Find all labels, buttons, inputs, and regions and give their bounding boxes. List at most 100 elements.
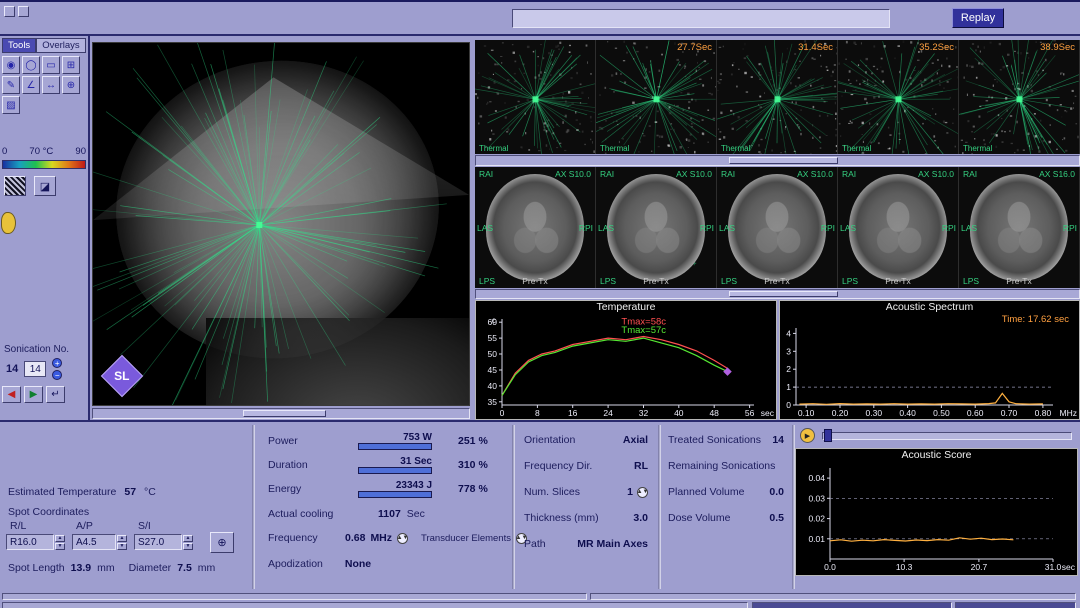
tab-tools[interactable]: Tools xyxy=(2,38,36,53)
bottom-orientation-label: LPS xyxy=(963,276,979,286)
playback-slider-handle[interactable] xyxy=(824,429,832,442)
slice-position-label: AX S10.0 xyxy=(676,169,712,179)
si-decrement-button[interactable]: ▼ xyxy=(183,543,193,550)
rl-decrement-button[interactable]: ▼ xyxy=(55,543,65,550)
right-orientation-label: RPI xyxy=(579,223,593,233)
energy-progress-bar xyxy=(358,491,432,498)
orientation-label: RAI xyxy=(479,169,493,179)
view3d-scrollbar[interactable] xyxy=(92,408,470,419)
sonication-spin-field[interactable]: 14 xyxy=(24,361,46,377)
sonication-time-label: 35.2Sec xyxy=(919,42,954,53)
mri-slice-tile[interactable]: RAI AX S10.0 LAS RPI LPS Pre-Tx xyxy=(596,167,717,288)
si-coordinate-field[interactable]: S27.0 xyxy=(134,534,182,550)
estimated-temperature-value: 57 xyxy=(124,486,136,498)
move-tool-icon[interactable]: ⊕ xyxy=(62,76,80,94)
duration-percent: 310 % xyxy=(458,459,488,471)
bottom-orientation-label: LPS xyxy=(479,276,495,286)
right-orientation-label: RPI xyxy=(700,223,714,233)
replay-button[interactable]: Replay xyxy=(952,8,1004,28)
power-label: Power xyxy=(268,435,340,447)
si-increment-button[interactable]: ▲ xyxy=(183,535,193,542)
apodization-value: None xyxy=(345,558,371,570)
spectrum-time-label: Time: 17.62 sec xyxy=(1002,314,1069,325)
scrollbar-thumb[interactable] xyxy=(729,157,838,164)
frequency-spinner-icon[interactable]: ▲▼ xyxy=(397,533,408,544)
svg-text:0.20: 0.20 xyxy=(832,408,849,418)
spot-length-unit: mm xyxy=(97,562,115,574)
path-value: MR Main Axes xyxy=(577,538,648,550)
actual-cooling-label: Actual cooling xyxy=(268,508,372,520)
num-slices-label: Num. Slices xyxy=(524,486,580,498)
energy-percent: 778 % xyxy=(458,483,488,495)
transducer-elements-label: Transducer Elements xyxy=(421,533,511,544)
mri-slice-tile[interactable]: RAI AX S16.0 LAS RPI LPS Pre-Tx xyxy=(959,167,1080,288)
ap-decrement-button[interactable]: ▼ xyxy=(117,543,127,550)
mri-row-scrollbar[interactable] xyxy=(475,289,1080,299)
beam-rays-overlay xyxy=(93,43,470,406)
sonication-time-label: 27.7Sec xyxy=(677,42,712,53)
svg-text:sec: sec xyxy=(1062,562,1076,572)
hatch-overlay-tool-icon[interactable]: ▨ xyxy=(2,96,20,114)
playback-slider[interactable] xyxy=(822,432,1072,440)
mri-slice-tile[interactable]: RAI AX S10.0 LAS RPI LPS Pre-Tx xyxy=(838,167,959,288)
num-slices-spinner-icon[interactable]: ▲▼ xyxy=(637,487,648,498)
scrollbar-thumb[interactable] xyxy=(729,291,838,297)
svg-text:MHz: MHz xyxy=(1060,408,1077,418)
move-spot-button[interactable]: ⊕ xyxy=(210,532,234,553)
patient-alert-icon[interactable] xyxy=(1,212,16,234)
roi-rect-tool-icon[interactable]: ▭ xyxy=(42,56,60,74)
num-slices-value: 1 xyxy=(627,486,633,498)
sonication-decrement-button[interactable]: − xyxy=(52,370,62,380)
mri-slice-tile[interactable]: RAI AX S10.0 LAS RPI LPS Pre-Tx xyxy=(717,167,838,288)
thermal-map-tile[interactable]: 38.9Sec Thermal xyxy=(959,40,1080,154)
message-input[interactable] xyxy=(512,9,890,28)
spot-length-value: 13.9 xyxy=(71,562,91,574)
mri-slice-tile[interactable]: RAI AX S10.0 LAS RPI LPS Pre-Tx xyxy=(475,167,596,288)
thermal-footer-label: Thermal xyxy=(479,144,508,153)
duration-progress-bar xyxy=(358,467,432,474)
temperature-colorbar xyxy=(2,160,86,169)
rl-coordinate-field[interactable]: R16.0 xyxy=(6,534,54,550)
svg-text:0.40: 0.40 xyxy=(899,408,916,418)
confirm-button[interactable]: ↵ xyxy=(46,386,65,403)
mri-brain-image xyxy=(728,174,826,280)
thermal-map-tile[interactable]: 27.7Sec Thermal xyxy=(596,40,717,154)
thermal-map-tile[interactable]: 31.4Sec Thermal xyxy=(717,40,838,154)
ap-coordinate-field[interactable]: A4.5 xyxy=(72,534,116,550)
window-menu-icon[interactable] xyxy=(4,6,15,17)
svg-text:8: 8 xyxy=(535,408,540,418)
thermal-footer-label: Thermal xyxy=(721,144,750,153)
start-sonication-button[interactable]: ▶ xyxy=(24,386,43,403)
svg-text:32: 32 xyxy=(639,408,649,418)
orientation-value: Axial xyxy=(623,434,648,446)
hatch-pattern-button[interactable] xyxy=(4,176,26,196)
score-plot: 0.010.320.731.00.010.020.030.04sec xyxy=(796,462,1077,572)
thickness-label: Thickness (mm) xyxy=(524,512,599,524)
svg-text:sec: sec xyxy=(761,408,775,418)
draw-tool-icon[interactable]: ✎ xyxy=(2,76,20,94)
power-bar-group: 753 W xyxy=(340,432,432,450)
grid-overlay-tool-icon[interactable]: ⊞ xyxy=(62,56,80,74)
roi-circle-tool-icon[interactable]: ◯ xyxy=(22,56,40,74)
previous-sonication-button[interactable]: ◀ xyxy=(2,386,21,403)
tab-overlays[interactable]: Overlays xyxy=(36,38,85,53)
thermal-row-scrollbar[interactable] xyxy=(475,155,1080,166)
svg-text:0.60: 0.60 xyxy=(967,408,984,418)
measure-tool-icon[interactable]: ↔ xyxy=(42,76,60,94)
clear-overlay-button[interactable]: ◪ xyxy=(34,176,56,196)
playback-button[interactable]: ▶ xyxy=(800,428,815,443)
3d-beam-view[interactable]: SL xyxy=(92,42,470,406)
sonication-increment-button[interactable]: + xyxy=(52,358,62,368)
thermal-map-tile[interactable]: Thermal xyxy=(475,40,596,154)
window-menu-icon[interactable] xyxy=(18,6,29,17)
ap-increment-button[interactable]: ▲ xyxy=(117,535,127,542)
scrollbar-thumb[interactable] xyxy=(243,410,326,417)
angle-tool-icon[interactable]: ∠ xyxy=(22,76,40,94)
frequency-label: Frequency xyxy=(268,532,340,544)
thermal-rays-overlay xyxy=(717,40,838,154)
left-orientation-label: LAS xyxy=(598,223,614,233)
thermal-footer-label: Thermal xyxy=(600,144,629,153)
rl-increment-button[interactable]: ▲ xyxy=(55,535,65,542)
thermal-map-tile[interactable]: 35.2Sec Thermal xyxy=(838,40,959,154)
target-tool-icon[interactable]: ◉ xyxy=(2,56,20,74)
